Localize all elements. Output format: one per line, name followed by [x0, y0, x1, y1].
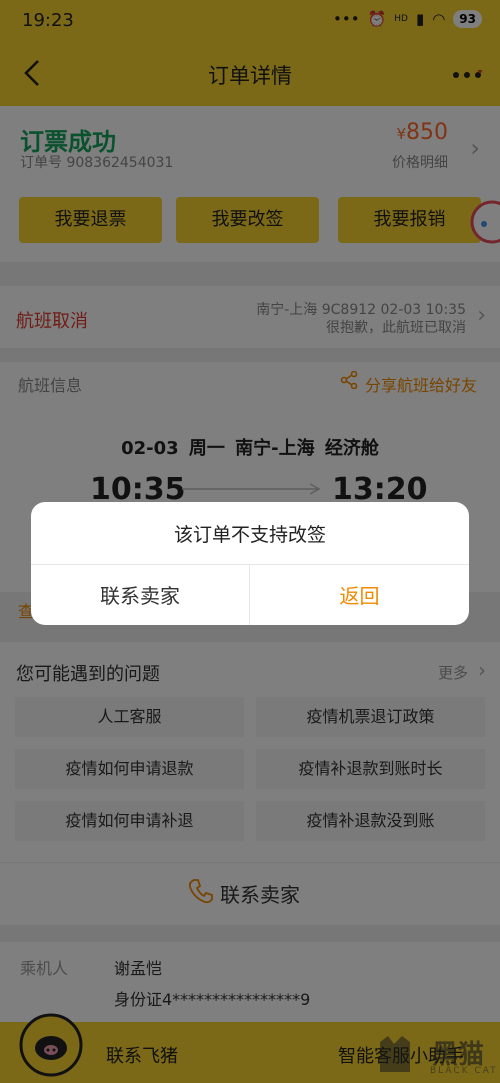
dialog-back-button[interactable]: 返回 [250, 564, 469, 625]
alert-dialog: 该订单不支持改签 联系卖家 返回 [31, 502, 469, 625]
dialog-contact-seller-button[interactable]: 联系卖家 [31, 564, 250, 625]
dialog-message: 该订单不支持改签 [31, 502, 469, 565]
